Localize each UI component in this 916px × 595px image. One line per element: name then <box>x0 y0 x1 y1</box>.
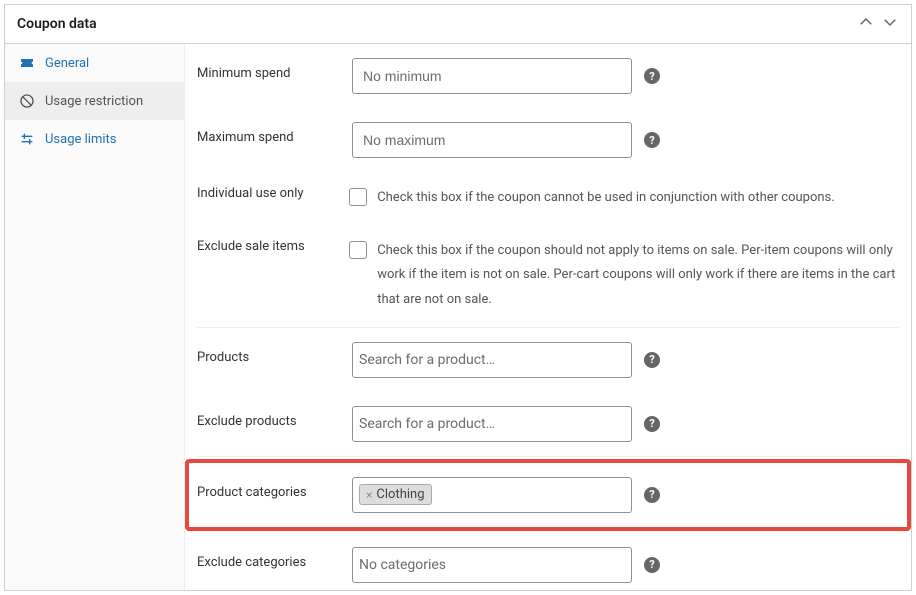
sidebar-item-label: General <box>45 56 89 71</box>
category-tag: × Clothing <box>359 484 432 505</box>
exclude-products-select[interactable]: Search for a product… <box>352 406 632 442</box>
ticket-icon <box>19 55 35 71</box>
ban-icon <box>19 93 35 109</box>
exclude-sale-checkbox[interactable] <box>349 241 367 259</box>
divider <box>197 456 899 457</box>
row-exclude-sale: Exclude sale items Check this box if the… <box>185 225 911 327</box>
content-area: Minimum spend ? Maximum spend ? Individu… <box>185 44 911 591</box>
help-icon[interactable]: ? <box>644 487 660 503</box>
products-select[interactable]: Search for a product… <box>352 342 632 378</box>
individual-use-desc: Check this box if the coupon cannot be u… <box>377 186 835 211</box>
row-maximum-spend: Maximum spend ? <box>185 108 911 172</box>
exclude-sale-desc: Check this box if the coupon should not … <box>377 239 899 313</box>
label-exclude-products: Exclude products <box>197 406 352 429</box>
label-max-spend: Maximum spend <box>197 122 352 145</box>
panel-header: Coupon data <box>5 5 911 44</box>
row-minimum-spend: Minimum spend ? <box>185 44 911 108</box>
help-icon[interactable]: ? <box>644 416 660 432</box>
help-icon[interactable]: ? <box>644 557 660 573</box>
sidebar-item-usage-restriction[interactable]: Usage restriction <box>5 82 184 120</box>
panel-collapse-down-icon[interactable] <box>881 13 899 35</box>
product-categories-select[interactable]: × Clothing <box>352 477 632 513</box>
exclude-categories-select[interactable]: No categories <box>352 547 632 583</box>
min-spend-input[interactable] <box>352 58 632 94</box>
help-icon[interactable]: ? <box>644 68 660 84</box>
sidebar: General Usage restriction Usage limits <box>5 44 185 591</box>
remove-tag-icon[interactable]: × <box>366 489 374 501</box>
row-exclude-products: Exclude products Search for a product… ? <box>185 392 911 456</box>
individual-use-checkbox[interactable] <box>349 188 367 206</box>
sidebar-item-label: Usage restriction <box>45 94 143 109</box>
row-exclude-categories: Exclude categories No categories ? <box>185 533 911 591</box>
sidebar-item-usage-limits[interactable]: Usage limits <box>5 120 184 158</box>
label-product-categories: Product categories <box>197 477 352 500</box>
row-individual-use: Individual use only Check this box if th… <box>185 172 911 225</box>
sidebar-item-label: Usage limits <box>45 132 116 147</box>
sidebar-item-general[interactable]: General <box>5 44 184 82</box>
label-exclude-sale: Exclude sale items <box>197 239 349 254</box>
tag-label: Clothing <box>376 487 424 502</box>
row-product-categories: Product categories × Clothing ? <box>185 459 911 531</box>
row-products: Products Search for a product… ? <box>185 328 911 392</box>
max-spend-input[interactable] <box>352 122 632 158</box>
label-products: Products <box>197 342 352 365</box>
help-icon[interactable]: ? <box>644 352 660 368</box>
panel-collapse-up-icon[interactable] <box>857 13 875 35</box>
label-individual: Individual use only <box>197 186 349 201</box>
coupon-data-panel: Coupon data General Usage restriction <box>4 4 912 591</box>
panel-title: Coupon data <box>17 16 97 32</box>
label-exclude-categories: Exclude categories <box>197 547 352 570</box>
sliders-icon <box>19 131 35 147</box>
help-icon[interactable]: ? <box>644 132 660 148</box>
label-min-spend: Minimum spend <box>197 58 352 81</box>
